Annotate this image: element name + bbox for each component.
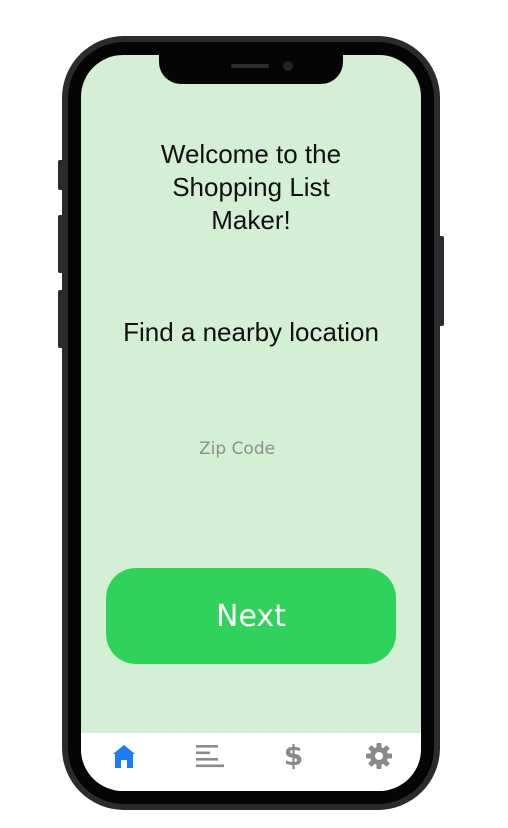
gear-icon (365, 743, 392, 769)
tab-settings[interactable] (336, 733, 421, 779)
zip-code-input[interactable] (191, 435, 359, 463)
list-icon (195, 745, 224, 768)
tab-price[interactable]: $ (251, 733, 336, 779)
phone-notch (159, 50, 343, 84)
bottom-tab-bar: $ (81, 733, 421, 791)
find-location-heading: Find a nearby location (123, 317, 379, 347)
speaker-grille (231, 64, 269, 68)
welcome-heading: Welcome to the Shopping List Maker! (81, 138, 421, 237)
dollar-icon: $ (283, 739, 304, 772)
front-camera (283, 61, 293, 71)
tab-home[interactable] (81, 733, 166, 779)
tab-list[interactable] (166, 733, 251, 779)
page-canvas: Welcome to the Shopping List Maker! Find… (0, 0, 508, 828)
home-icon (112, 745, 135, 768)
welcome-text: Welcome to the Shopping List Maker! (160, 139, 342, 235)
app-screen: Welcome to the Shopping List Maker! Find… (81, 55, 421, 791)
next-button[interactable]: Next (106, 568, 396, 664)
